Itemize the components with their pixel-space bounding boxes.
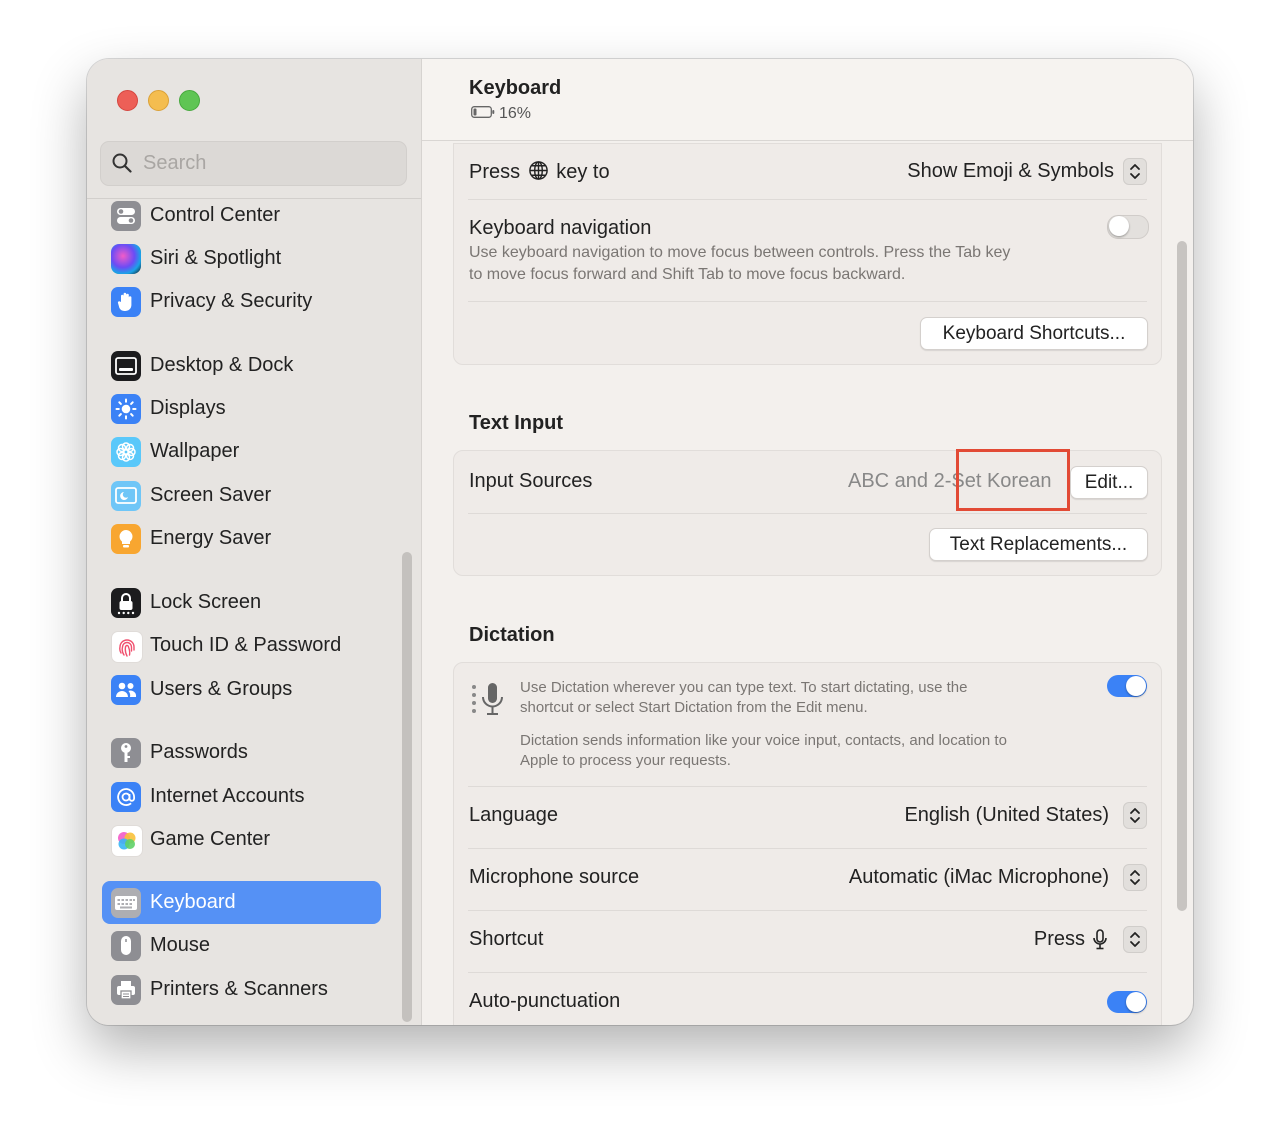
sidebar-item-desktop-dock[interactable]: Desktop & Dock [102,344,381,387]
toolbar: Keyboard 16% [422,59,1193,141]
close-window-button[interactable] [117,90,138,111]
sidebar-item-lock-screen[interactable]: Lock Screen [102,581,381,624]
edit-input-sources-button[interactable]: Edit... [1070,466,1148,499]
dictation-desc-2: shortcut or select Start Dictation from … [520,699,868,716]
annotation-highlight-box [956,449,1070,511]
keyboard-navigation-desc-2: to move focus forward and Shift Tab to m… [469,266,906,283]
control-center-icon [111,201,141,231]
sidebar-item-displays[interactable]: Displays [102,387,381,430]
dock-icon [111,351,141,381]
row-divider [468,910,1147,911]
at-icon [111,782,141,812]
sidebar-item-privacy-security[interactable]: Privacy & Security [102,280,381,323]
dictation-privacy-2: Apple to process your requests. [520,752,731,769]
row-divider [468,786,1147,787]
microphone-dictation-icon [470,681,510,726]
language-label: Language [469,804,558,826]
zoom-window-button[interactable] [179,90,200,111]
siri-icon [111,244,141,274]
dictation-privacy-1: Dictation sends information like your vo… [520,732,1007,749]
dictation-desc-1: Use Dictation wherever you can type text… [520,679,968,696]
sidebar-item-keyboard[interactable]: Keyboard [102,881,381,924]
sidebar-item-siri-spotlight[interactable]: Siri & Spotlight [102,237,381,280]
sidebar-item-passwords[interactable]: Passwords [102,731,381,774]
keyboard-shortcuts-button[interactable]: Keyboard Shortcuts... [920,317,1148,350]
sun-icon [111,394,141,424]
minimize-window-button[interactable] [148,90,169,111]
key-icon [111,738,141,768]
row-divider [468,301,1147,302]
language-stepper[interactable] [1123,802,1147,829]
sidebar-scrollbar[interactable] [402,552,412,1022]
sidebar-item-users-groups[interactable]: Users & Groups [102,668,381,711]
microphone-source-value: Automatic (iMac Microphone) [848,866,1109,888]
battery-icon [471,105,495,123]
row-divider [468,972,1147,973]
toggle-knob [1126,992,1146,1012]
page-title: Keyboard [469,77,562,99]
shortcut-label: Shortcut [469,928,544,950]
dictation-card: Use Dictation wherever you can type text… [453,662,1162,1025]
language-value: English (United States) [904,804,1109,826]
toggle-knob [1109,216,1129,236]
keyboard-navigation-toggle[interactable] [1107,215,1149,239]
main-pane: Keyboard 16% Press key to Show Emoji & S… [422,59,1193,1025]
toggle-knob [1126,676,1146,696]
battery-percent: 16% [499,105,532,122]
keyboard-card: Press key to Show Emoji & Symbols Keyboa… [453,143,1162,365]
dictation-toggle[interactable] [1107,675,1147,697]
sidebar-item-screen-saver[interactable]: Screen Saver [102,474,381,517]
search-placeholder: Search [143,152,207,174]
text-replacements-button[interactable]: Text Replacements... [929,528,1148,561]
globe-icon [528,160,549,187]
globe-key-action-value: Show Emoji & Symbols [907,160,1114,182]
auto-punctuation-toggle[interactable] [1107,991,1147,1013]
flower-icon [111,437,141,467]
microphone-source-stepper[interactable] [1123,864,1147,891]
row-divider [468,848,1147,849]
keyboard-navigation-desc-1: Use keyboard navigation to move focus be… [469,244,1011,261]
input-sources-label: Input Sources [469,470,593,492]
lock-icon [111,588,141,618]
text-input-heading: Text Input [469,412,564,434]
sidebar-item-internet-accounts[interactable]: Internet Accounts [102,775,381,818]
microphone-key-icon [1091,928,1109,957]
game-center-icon [111,825,143,857]
auto-punctuation-label: Auto-punctuation [469,990,621,1012]
search-field[interactable]: Search [100,141,407,186]
sidebar-item-touch-id[interactable]: Touch ID & Password [102,624,381,667]
users-icon [111,675,141,705]
microphone-source-label: Microphone source [469,866,640,888]
settings-window: Search Control Center Siri & Spotlight P… [87,59,1193,1025]
sidebar-item-energy-saver[interactable]: Energy Saver [102,517,381,560]
sidebar-item-printers-scanners[interactable]: Printers & Scanners [102,968,381,1011]
printer-icon [111,975,141,1005]
sidebar-item-control-center[interactable]: Control Center [102,194,381,237]
shortcut-value: Press [1033,928,1085,950]
sidebar-item-mouse[interactable]: Mouse [102,924,381,967]
bulb-icon [111,524,141,554]
dictation-heading: Dictation [469,624,555,646]
keyboard-navigation-label: Keyboard navigation [469,217,652,239]
screen-saver-icon [111,481,141,511]
mouse-icon [111,931,141,961]
shortcut-stepper[interactable] [1123,926,1147,953]
globe-key-action-stepper[interactable] [1123,158,1147,185]
press-globe-label: Press key to [469,160,610,187]
sidebar: Search Control Center Siri & Spotlight P… [87,59,422,1025]
search-icon [111,152,133,179]
hand-icon [111,287,141,317]
sidebar-item-wallpaper[interactable]: Wallpaper [102,430,381,473]
fingerprint-icon [111,631,143,663]
sidebar-item-game-center[interactable]: Game Center [102,818,381,861]
battery-status: 16% [471,105,531,123]
row-divider [468,513,1147,514]
main-scrollbar[interactable] [1177,241,1187,911]
keyboard-icon [111,888,141,918]
row-divider [468,199,1147,200]
